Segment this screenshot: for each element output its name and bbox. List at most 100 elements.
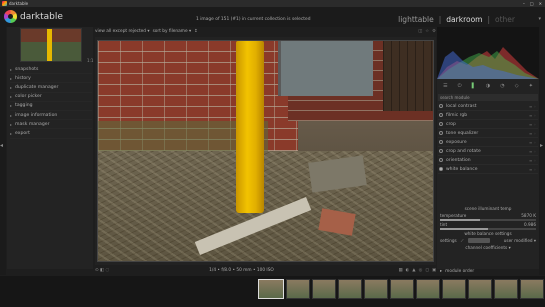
presets-icon[interactable]: ≡ ◦	[529, 167, 536, 172]
filmstrip-thumb[interactable]	[312, 279, 336, 299]
module-color-picker[interactable]: ▸ color picker	[10, 93, 92, 102]
close-button[interactable]: ✕	[539, 1, 542, 6]
picker-icon[interactable]: ⟋	[461, 238, 464, 243]
module-exposure[interactable]: exposure ≡ ◦	[438, 138, 538, 147]
module-label: tagging	[15, 103, 33, 109]
settings-row: settings ⟋ user modified ▾	[438, 237, 538, 244]
module-tone-equalizer[interactable]: tone equalizer ≡ ◦	[438, 129, 538, 138]
power-icon[interactable]	[439, 113, 443, 117]
module-export[interactable]: ▸ export	[10, 129, 92, 139]
module-image-information[interactable]: ▸ image information	[10, 111, 92, 121]
settings-label: settings	[440, 238, 457, 243]
module-label: export	[15, 130, 30, 136]
tint-slider[interactable]: tint 0.986	[438, 221, 538, 228]
module-crop-and-rotate[interactable]: crop and rotate ≡ ◦	[438, 147, 538, 156]
filmstrip-thumb-selected[interactable]	[258, 279, 284, 299]
correct-modules-tab-icon[interactable]: ◇	[515, 83, 519, 89]
presets-icon[interactable]: ≡ ◦	[529, 131, 536, 136]
presets-icon[interactable]: ≡ ◦	[529, 104, 536, 109]
grouping-icon[interactable]: ◫	[418, 29, 422, 34]
style-icon[interactable]: ▦	[398, 268, 402, 273]
center-top-toolbar: view all except rejected ▾ sort by filen…	[95, 27, 436, 36]
tone-modules-tab-icon[interactable]: ◑	[486, 83, 490, 89]
tint-bar[interactable]	[440, 228, 536, 230]
expand-arrow-icon: ▸	[10, 112, 13, 118]
right-panel: ☰ ⏻ ▌ ◑ ◔ ◇ ✦ search module local contra…	[437, 27, 539, 269]
power-icon[interactable]	[439, 131, 443, 135]
temperature-bar[interactable]	[440, 219, 536, 221]
overlays-icon[interactable]: ☆	[425, 29, 429, 34]
view-separator: |	[487, 15, 491, 24]
module-snapshots[interactable]: ▸ snapshots	[10, 65, 92, 75]
module-crop[interactable]: crop ≡ ◦	[438, 120, 538, 129]
presets-icon[interactable]: ≡ ◦	[529, 158, 536, 163]
filmstrip-thumb[interactable]	[520, 279, 544, 299]
module-filmic-rgb[interactable]: filmic rgb ≡ ◦	[438, 111, 538, 120]
module-history[interactable]: ▸ history	[10, 74, 92, 84]
view-lighttable[interactable]: lighttable	[398, 15, 434, 24]
module-local-contrast[interactable]: local contrast ≡ ◦	[438, 102, 538, 111]
gamut-check-icon[interactable]: ▲	[412, 268, 415, 273]
power-icon[interactable]	[439, 140, 443, 144]
module-label: orientation	[446, 157, 471, 163]
color-assessment-icon[interactable]: ◻	[425, 268, 429, 273]
module-group-tabs: ☰ ⏻ ▌ ◑ ◔ ◇ ✦	[438, 81, 538, 90]
module-orientation[interactable]: orientation ≡ ◦	[438, 156, 538, 165]
expand-arrow-icon: ▸	[10, 103, 13, 109]
module-tagging[interactable]: ▸ tagging	[10, 102, 92, 111]
filmstrip-thumb[interactable]	[364, 279, 388, 299]
navigation-preview[interactable]	[20, 28, 82, 62]
filmstrip-thumb[interactable]	[338, 279, 362, 299]
color-modules-tab-icon[interactable]: ◔	[500, 83, 504, 89]
navigation-zoom-label[interactable]: 1:1	[87, 58, 93, 63]
filmstrip-thumb[interactable]	[442, 279, 466, 299]
preferences-icon[interactable]: ⚙	[432, 29, 436, 34]
tint-label: tint	[440, 222, 448, 227]
filmstrip-thumb[interactable]	[468, 279, 492, 299]
image-canvas[interactable]	[95, 37, 436, 265]
module-order-arrow-icon[interactable]: ▸	[440, 269, 442, 274]
active-modules-tab-icon[interactable]: ⏻	[458, 83, 462, 89]
effect-modules-tab-icon[interactable]: ✦	[529, 83, 533, 89]
presets-icon[interactable]: ≡ ◦	[529, 122, 536, 127]
module-mask-manager[interactable]: ▸ mask manager	[10, 120, 92, 130]
settings-dropdown[interactable]: user modified ▾	[504, 238, 536, 243]
softproof-icon[interactable]: ◐	[406, 268, 410, 273]
power-icon[interactable]	[439, 149, 443, 153]
collapse-right-panel-icon[interactable]: ▸	[540, 142, 543, 149]
base-modules-tab-icon[interactable]: ▌	[472, 83, 476, 89]
presets-icon[interactable]: ≡ ◦	[529, 113, 536, 118]
presets-icon[interactable]: ≡ ◦	[529, 149, 536, 154]
sort-dropdown[interactable]: sort by filename ▾	[153, 29, 192, 34]
view-other[interactable]: other	[495, 15, 515, 24]
quick-access-tab-icon[interactable]: ☰	[443, 83, 447, 89]
views-menu-icon[interactable]: ▾	[538, 16, 541, 22]
power-icon[interactable]	[439, 122, 443, 126]
power-icon[interactable]	[439, 158, 443, 162]
module-duplicate-manager[interactable]: ▸ duplicate manager	[10, 83, 92, 93]
overexposure-icon[interactable]: ▣	[432, 268, 436, 273]
focus-peaking-icon[interactable]: ◎	[419, 268, 423, 273]
temperature-slider[interactable]: temperature 5870 K	[438, 212, 538, 219]
filmstrip-thumb[interactable]	[416, 279, 440, 299]
minimize-button[interactable]: –	[523, 1, 525, 6]
view-darkroom[interactable]: darkroom	[446, 15, 482, 24]
power-icon[interactable]	[439, 167, 443, 171]
filmstrip-thumb[interactable]	[286, 279, 310, 299]
module-order-label[interactable]: module order	[445, 269, 474, 274]
histogram[interactable]	[437, 27, 539, 79]
filmstrip-thumb[interactable]	[390, 279, 414, 299]
filmstrip-thumb[interactable]	[494, 279, 518, 299]
module-white-balance[interactable]: white balance ≡ ◦	[438, 165, 538, 174]
as-shot-button[interactable]	[467, 238, 490, 243]
collection-filter-dropdown[interactable]: view all except rejected ▾	[95, 29, 150, 34]
search-module-input[interactable]: search module	[438, 94, 538, 101]
channel-coefficients-toggle[interactable]: channel coefficients ▾	[438, 244, 538, 251]
sort-direction-icon[interactable]: ↕	[194, 29, 198, 34]
presets-icon[interactable]: ≡ ◦	[529, 140, 536, 145]
maximize-button[interactable]: □	[530, 1, 534, 6]
edited-photo[interactable]	[97, 40, 434, 262]
photo-metal-sheet	[278, 41, 373, 96]
collapse-left-panel-icon[interactable]: ◂	[0, 142, 3, 149]
power-icon[interactable]	[439, 104, 443, 108]
